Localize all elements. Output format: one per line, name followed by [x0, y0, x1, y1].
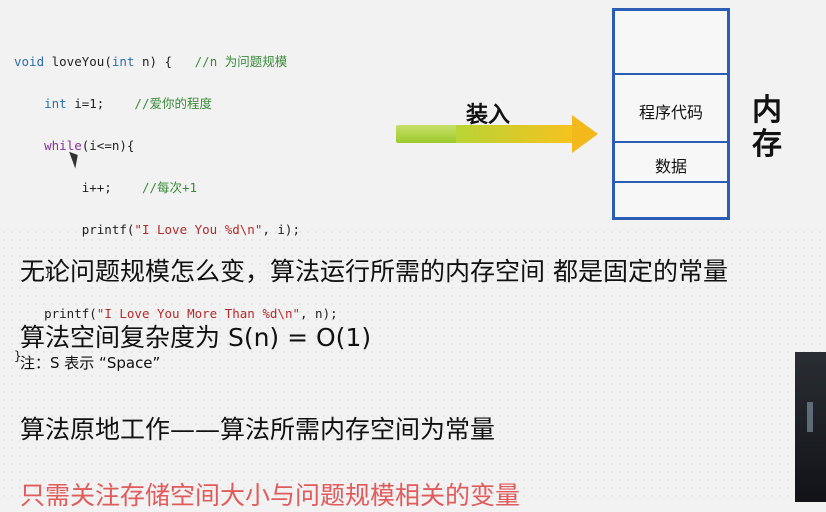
code-text: n) { — [134, 54, 195, 69]
code-text: i++; — [81, 180, 142, 195]
code-comment: //每次+1 — [141, 180, 198, 195]
memory-diagram: 程序代码 数据 — [612, 8, 730, 220]
memory-divider — [615, 141, 727, 143]
code-keyword: void — [14, 54, 45, 69]
code-text: (i<=n){ — [81, 138, 135, 153]
code-line-4: i++; //每次+1 — [14, 177, 338, 198]
code-line-3: while(i<=n){ — [14, 135, 338, 156]
statement-in-place: 算法原地工作——算法所需内存空间为常量 — [20, 415, 496, 444]
code-line-2: int i=1; //爱你的程度 — [14, 93, 338, 114]
statement-space-complexity: 算法空间复杂度为 S(n) = O(1) — [20, 323, 372, 352]
code-keyword: int — [111, 54, 135, 69]
code-keyword: int — [44, 96, 67, 111]
code-text: i=1; — [66, 96, 135, 111]
presenter-video — [795, 352, 826, 502]
load-arrow-icon — [396, 115, 598, 153]
memory-divider — [615, 73, 727, 75]
code-line-5: printf("I Love You %d\n", i); — [14, 219, 338, 240]
memory-cell-code: 程序代码 — [638, 103, 703, 122]
code-string: "I Love You %d\n" — [134, 222, 263, 237]
code-text: loveYou( — [44, 54, 112, 69]
code-comment: //爱你的程度 — [134, 96, 212, 111]
memory-title: 内存 — [752, 93, 782, 162]
memory-cell-data: 数据 — [654, 157, 687, 176]
code-comment: //n 为问题规模 — [194, 54, 288, 69]
statement-focus-variables: 只需关注存储空间大小与问题规模相关的变量 — [20, 481, 521, 510]
memory-divider — [615, 181, 727, 183]
statement-constant-memory: 无论问题规模怎么变，算法运行所需的内存空间 都是固定的常量 — [20, 257, 728, 286]
code-text: , i); — [262, 222, 300, 237]
code-text: printf( — [81, 222, 135, 237]
code-line-1: void loveYou(int n) { //n 为问题规模 — [14, 51, 338, 72]
note-space: 注：S 表示 “Space” — [20, 354, 161, 372]
